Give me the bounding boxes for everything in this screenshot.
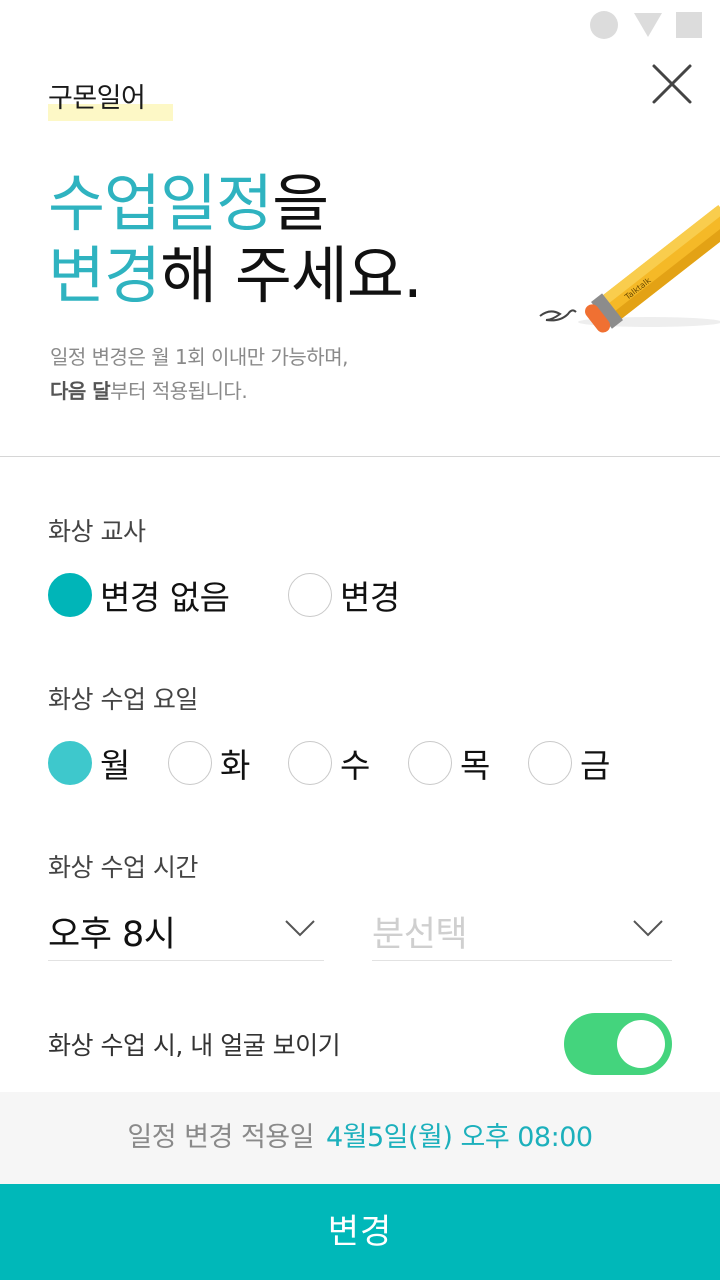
radio-unselected-icon (408, 741, 452, 785)
day-option-label: 화 (220, 746, 250, 785)
apply-date-label: 일정 변경 적용일 (127, 1122, 314, 1153)
teacher-label: 화상 교사 (48, 517, 146, 546)
status-circle-icon (590, 11, 618, 39)
radio-selected-icon (48, 573, 92, 617)
chevron-down-icon (633, 920, 663, 937)
change-button[interactable]: 변경 (0, 1184, 720, 1280)
time-label: 화상 수업 시간 (48, 853, 198, 882)
radio-selected-icon (48, 741, 92, 785)
day-option-label: 수 (340, 746, 370, 785)
headline-rest-1: 을 (272, 167, 329, 240)
radio-unselected-icon (168, 741, 212, 785)
radio-unselected-icon (528, 741, 572, 785)
hour-select[interactable]: 오후 8시 (48, 898, 324, 961)
minute-select[interactable]: 분선택 (372, 898, 672, 961)
brand-title: 구몬일어 (48, 76, 173, 121)
notice-line-2: 다음 달부터 적용됩니다. (50, 374, 348, 408)
section-divider (0, 456, 720, 457)
day-option-thu[interactable]: 목 (408, 739, 490, 787)
teacher-option-label: 변경 (340, 578, 400, 617)
toggle-knob (617, 1020, 665, 1068)
schedule-notice: 일정 변경은 월 1회 이내만 가능하며, 다음 달부터 적용됩니다. (50, 340, 348, 408)
close-button[interactable] (648, 60, 696, 108)
hour-select-value: 오후 8시 (48, 915, 176, 955)
teacher-option-label: 변경 없음 (100, 578, 230, 617)
day-option-label: 금 (580, 746, 610, 785)
status-triangle-icon (634, 13, 662, 37)
face-toggle-label: 화상 수업 시, 내 얼굴 보이기 (48, 1031, 341, 1060)
face-visibility-toggle[interactable] (564, 1013, 672, 1075)
chevron-down-icon (285, 920, 315, 937)
day-option-label: 월 (100, 746, 130, 785)
brand-label: 구몬일어 (48, 83, 146, 114)
notice-rest: 부터 적용됩니다. (110, 379, 248, 403)
day-label: 화상 수업 요일 (48, 685, 198, 714)
radio-unselected-icon (288, 741, 332, 785)
teacher-option-no-change[interactable]: 변경 없음 (48, 571, 230, 619)
minute-select-placeholder: 분선택 (372, 915, 468, 955)
radio-unselected-icon (288, 573, 332, 617)
pencil-illustration: Talktalk (530, 170, 720, 340)
notice-bold: 다음 달 (50, 379, 111, 403)
headline-accent-2: 변경 (48, 239, 161, 312)
page-headline: 수업일정을 변경해 주세요. (48, 167, 423, 312)
day-option-tue[interactable]: 화 (168, 739, 250, 787)
close-icon (652, 64, 692, 104)
apply-date-bar: 일정 변경 적용일 4월5일(월) 오후 08:00 (0, 1092, 720, 1184)
headline-accent-1: 수업일정 (48, 167, 273, 240)
day-option-mon[interactable]: 월 (48, 739, 130, 787)
status-square-icon (676, 12, 702, 38)
teacher-option-change[interactable]: 변경 (288, 571, 400, 619)
day-option-fri[interactable]: 금 (528, 739, 610, 787)
headline-rest-2: 해 주세요. (160, 239, 423, 312)
apply-date-value: 4월5일(월) 오후 08:00 (325, 1122, 593, 1153)
day-option-label: 목 (460, 746, 490, 785)
notice-line-1: 일정 변경은 월 1회 이내만 가능하며, (50, 345, 348, 369)
day-option-wed[interactable]: 수 (288, 739, 370, 787)
